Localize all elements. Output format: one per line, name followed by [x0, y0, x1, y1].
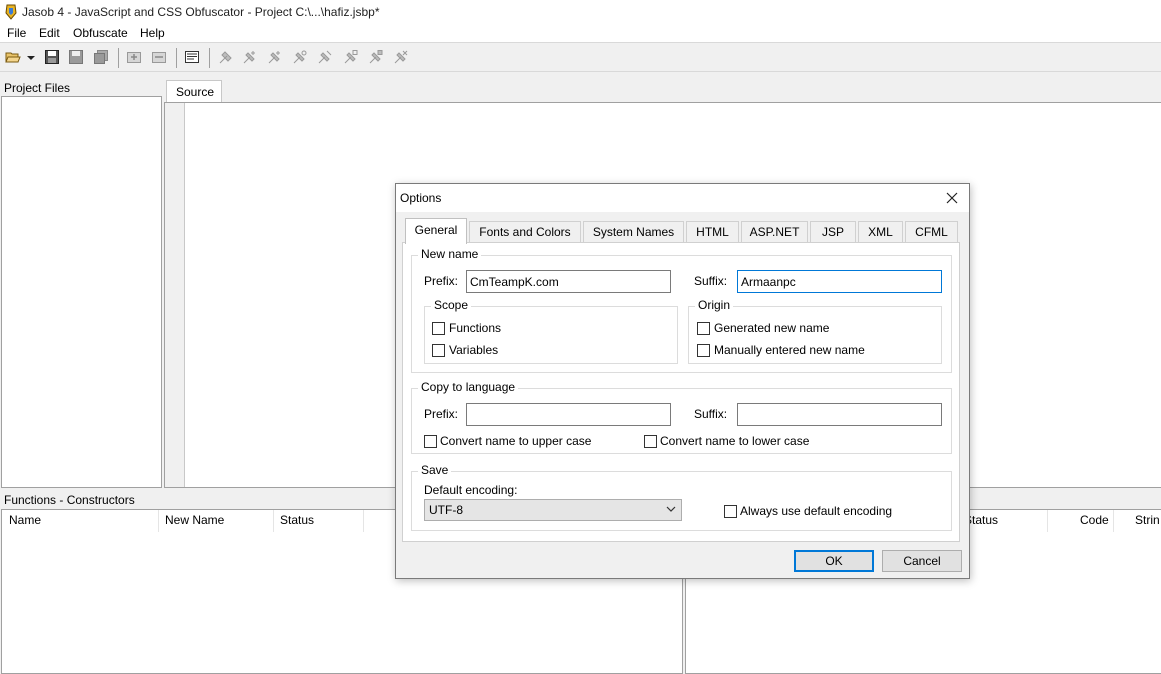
- new-name-group: New name Prefix: Suffix: Scope Functions…: [411, 247, 952, 373]
- prefix-label: Prefix:: [424, 274, 459, 288]
- generated-new-name-label: Generated new name: [714, 321, 830, 335]
- project-files-label: Project Files: [4, 81, 71, 95]
- obfuscate-tool-icon[interactable]: [343, 49, 359, 65]
- obfuscate-tool-icon[interactable]: [218, 49, 234, 65]
- chevron-down-icon: [666, 506, 676, 512]
- column-header-new-name[interactable]: New Name: [165, 513, 224, 527]
- upper-case-label: Convert name to upper case: [440, 434, 592, 448]
- tab-cfml[interactable]: CFML: [905, 221, 958, 243]
- new-name-suffix-input[interactable]: [737, 270, 942, 293]
- close-icon[interactable]: [944, 190, 960, 206]
- tab-jsp[interactable]: JSP: [810, 221, 856, 243]
- lower-case-checkbox[interactable]: [644, 435, 657, 448]
- app-icon: [5, 4, 17, 20]
- toolbar-separator: [118, 48, 119, 68]
- remove-file-icon[interactable]: [151, 49, 167, 65]
- toolbar-separator: [209, 48, 210, 68]
- menu-file[interactable]: File: [7, 26, 26, 40]
- tab-general[interactable]: General: [405, 218, 467, 244]
- general-tab-page: New name Prefix: Suffix: Scope Functions…: [402, 242, 960, 542]
- manually-entered-name-checkbox[interactable]: [697, 344, 710, 357]
- column-header-name[interactable]: Name: [9, 513, 41, 527]
- obfuscate-tool-icon[interactable]: [242, 49, 258, 65]
- copy-prefix-label: Prefix:: [424, 407, 459, 421]
- menu-bar: File Edit Obfuscate Help: [0, 24, 1161, 42]
- dropdown-arrow-icon[interactable]: [26, 49, 36, 65]
- always-default-encoding-label: Always use default encoding: [740, 504, 893, 518]
- tab-xml[interactable]: XML: [858, 221, 903, 243]
- column-separator: [158, 510, 159, 532]
- dialog-title: Options: [400, 191, 442, 205]
- tab-source-label: Source: [176, 85, 215, 99]
- ok-button[interactable]: OK: [794, 550, 874, 572]
- new-name-prefix-input[interactable]: [466, 270, 671, 293]
- add-file-icon[interactable]: [126, 49, 142, 65]
- origin-group-title: Origin: [695, 298, 734, 312]
- dialog-title-bar: Options: [396, 184, 969, 212]
- obfuscate-tool-icon[interactable]: [267, 49, 283, 65]
- column-header-string[interactable]: Strin: [1135, 513, 1160, 527]
- scope-group: Scope Functions Variables: [424, 298, 678, 364]
- copy-suffix-input[interactable]: [737, 403, 942, 426]
- copy-to-language-group: Copy to language Prefix: Suffix: Convert…: [411, 380, 952, 454]
- options-dialog: Options General Fonts and Colors System …: [395, 183, 970, 579]
- functions-checkbox[interactable]: [432, 322, 445, 335]
- scope-group-title: Scope: [431, 298, 472, 312]
- cancel-button[interactable]: Cancel: [882, 550, 962, 572]
- origin-group: Origin Generated new name Manually enter…: [688, 298, 942, 364]
- generated-new-name-checkbox[interactable]: [697, 322, 710, 335]
- column-header-status[interactable]: Status: [280, 513, 314, 527]
- menu-edit[interactable]: Edit: [39, 26, 60, 40]
- default-encoding-label: Default encoding:: [424, 483, 518, 497]
- save-group-title: Save: [418, 463, 452, 477]
- project-files-tree[interactable]: [1, 96, 162, 488]
- copy-to-language-group-title: Copy to language: [418, 380, 519, 394]
- variables-label: Variables: [449, 343, 499, 357]
- window-title: Jasob 4 - JavaScript and CSS Obfuscator …: [22, 5, 380, 19]
- tab-fonts-and-colors[interactable]: Fonts and Colors: [469, 221, 581, 243]
- variables-checkbox[interactable]: [432, 344, 445, 357]
- save-icon[interactable]: [44, 49, 60, 65]
- toolbar: [0, 42, 1161, 72]
- obfuscate-tool-icon[interactable]: [292, 49, 308, 65]
- column-separator: [1113, 510, 1114, 532]
- obfuscate-tool-icon[interactable]: [393, 49, 409, 65]
- column-separator: [273, 510, 274, 532]
- title-bar: Jasob 4 - JavaScript and CSS Obfuscator …: [0, 0, 1161, 24]
- upper-case-checkbox[interactable]: [424, 435, 437, 448]
- copy-prefix-input[interactable]: [466, 403, 671, 426]
- properties-icon[interactable]: [184, 49, 200, 65]
- tab-system-names[interactable]: System Names: [583, 221, 684, 243]
- toolbar-separator: [176, 48, 177, 68]
- new-name-group-title: New name: [418, 247, 482, 261]
- always-default-encoding-checkbox[interactable]: [724, 505, 737, 518]
- functions-label: Functions: [449, 321, 502, 335]
- tab-source[interactable]: Source: [166, 80, 222, 102]
- suffix-label: Suffix:: [694, 274, 728, 288]
- open-folder-icon[interactable]: [5, 49, 21, 65]
- column-separator: [363, 510, 364, 532]
- save-all-icon[interactable]: [93, 49, 109, 65]
- column-header-code[interactable]: Code: [1080, 513, 1109, 527]
- functions-constructors-label: Functions - Constructors: [4, 493, 135, 507]
- menu-help[interactable]: Help: [140, 26, 165, 40]
- lower-case-label: Convert name to lower case: [660, 434, 810, 448]
- tab-html[interactable]: HTML: [686, 221, 739, 243]
- tab-asp-net[interactable]: ASP.NET: [741, 221, 808, 243]
- copy-suffix-label: Suffix:: [694, 407, 728, 421]
- menu-obfuscate[interactable]: Obfuscate: [73, 26, 128, 40]
- column-separator: [1047, 510, 1048, 532]
- manually-entered-name-label: Manually entered new name: [714, 343, 865, 357]
- obfuscate-tool-icon[interactable]: [317, 49, 333, 65]
- editor-gutter: [165, 103, 185, 487]
- encoding-select-value: UTF-8: [429, 503, 463, 517]
- save-as-icon[interactable]: [68, 49, 84, 65]
- obfuscate-tool-icon[interactable]: [368, 49, 384, 65]
- encoding-select[interactable]: UTF-8: [424, 499, 682, 521]
